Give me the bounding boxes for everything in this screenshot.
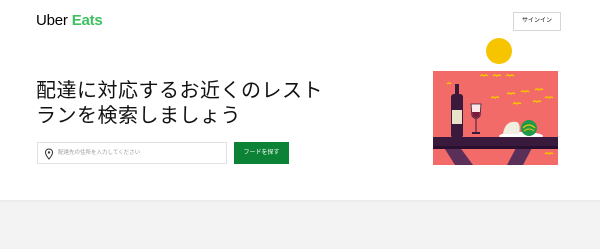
restaurant-illustration: [433, 38, 558, 165]
logo-uber-text: Uber: [36, 12, 68, 29]
signin-button[interactable]: サインイン: [513, 12, 561, 31]
find-food-button[interactable]: フードを探す: [234, 142, 289, 164]
hero-headline: 配達に対応するお近くのレストランを検索しましょう: [36, 78, 323, 127]
logo-eats-text: Eats: [71, 12, 103, 29]
hero-section: Uber Eats サインイン 配達に対応するお近くのレストランを検索しましょう…: [0, 0, 600, 200]
address-field[interactable]: [37, 142, 227, 164]
sun-shape: [486, 38, 512, 64]
map-pin-icon: [44, 148, 54, 160]
address-input[interactable]: [58, 145, 223, 161]
uber-eats-logo[interactable]: Uber Eats: [36, 12, 103, 29]
